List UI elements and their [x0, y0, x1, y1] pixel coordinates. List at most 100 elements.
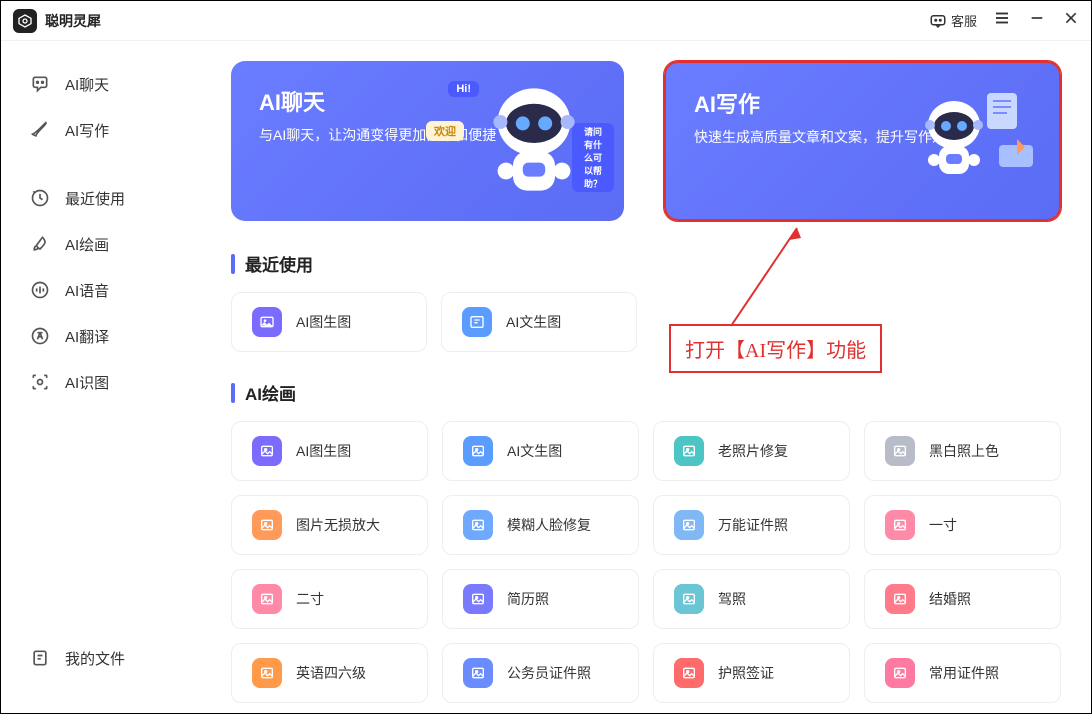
sidebar-item-label: AI识图 — [65, 372, 109, 393]
tile-icon — [674, 658, 704, 688]
customer-service-label: 客服 — [951, 11, 977, 30]
sidebar-item-label: AI翻译 — [65, 326, 109, 347]
tile-paint-8[interactable]: 二寸 — [231, 569, 428, 629]
tile-label: 常用证件照 — [929, 663, 999, 683]
section-bar-icon — [231, 383, 235, 403]
speech-bubble-welcome: 欢迎 — [426, 121, 464, 141]
annotation-arrow-icon — [721, 222, 811, 332]
annotation-text: 打开【AI写作】功能 — [685, 340, 866, 362]
image-icon — [252, 307, 282, 337]
tile-label: 万能证件照 — [718, 515, 788, 535]
tile-paint-7[interactable]: 一寸 — [864, 495, 1061, 555]
sidebar-item-recent[interactable]: 最近使用 — [19, 175, 193, 221]
clock-icon — [29, 187, 51, 209]
tile-label: AI文生图 — [506, 312, 561, 332]
tile-label: AI图生图 — [296, 312, 351, 332]
tile-paint-11[interactable]: 结婚照 — [864, 569, 1061, 629]
tile-paint-4[interactable]: 图片无损放大 — [231, 495, 428, 555]
section-title: 最近使用 — [245, 251, 313, 276]
hero-row: AI聊天 与AI聊天，让沟通变得更加简单和便捷 Hi! 欢迎 请问有什么可以帮助… — [231, 61, 1061, 221]
tile-label: 驾照 — [718, 589, 746, 609]
tile-label: 模糊人脸修复 — [507, 515, 591, 535]
recent-tile-grid: AI图生图 AI文生图 — [231, 292, 1061, 352]
tile-ai-img2img[interactable]: AI图生图 — [231, 292, 427, 352]
app-logo-icon — [13, 9, 37, 33]
brush-icon — [29, 233, 51, 255]
sidebar-item-ai-write[interactable]: AI写作 — [19, 107, 193, 153]
sidebar-item-ai-translate[interactable]: AI翻译 — [19, 313, 193, 359]
tile-label: 黑白照上色 — [929, 441, 999, 461]
voice-icon — [29, 279, 51, 301]
window-controls — [993, 9, 1079, 32]
tile-icon — [463, 510, 493, 540]
tile-icon — [252, 658, 282, 688]
chat-bubble-icon — [929, 12, 947, 30]
tile-icon — [463, 436, 493, 466]
tile-icon — [885, 584, 915, 614]
sidebar-item-ai-paint[interactable]: AI绘画 — [19, 221, 193, 267]
tile-icon — [885, 658, 915, 688]
sidebar-item-ai-chat[interactable]: AI聊天 — [19, 61, 193, 107]
tile-icon — [885, 510, 915, 540]
tile-paint-6[interactable]: 万能证件照 — [653, 495, 850, 555]
hero-card-ai-write[interactable]: AI写作 快速生成高质量文章和文案，提升写作效率 — [664, 61, 1061, 221]
customer-service-button[interactable]: 客服 — [929, 11, 977, 30]
paint-tile-grid: AI图生图 AI文生图 老照片修复 黑白照上色图片无损放大 模糊人脸修复 万能证件照 一寸二… — [231, 421, 1061, 703]
sidebar-item-label: AI绘画 — [65, 234, 109, 255]
sidebar-item-ai-scan[interactable]: AI识图 — [19, 359, 193, 405]
tile-icon — [674, 510, 704, 540]
sidebar: AI聊天 AI写作 最近使用 AI绘画 AI语音 AI翻译 — [1, 41, 211, 713]
app-title: 聪明灵犀 — [45, 11, 101, 31]
tile-label: 老照片修复 — [718, 441, 788, 461]
titlebar: 聪明灵犀 客服 — [1, 1, 1091, 41]
section-header-recent: 最近使用 — [231, 251, 1061, 276]
tile-icon — [885, 436, 915, 466]
tile-paint-10[interactable]: 驾照 — [653, 569, 850, 629]
minimize-button[interactable] — [1029, 10, 1045, 31]
tile-paint-13[interactable]: 公务员证件照 — [442, 643, 639, 703]
sidebar-item-label: 最近使用 — [65, 188, 125, 209]
tile-icon — [252, 584, 282, 614]
sidebar-item-label: 我的文件 — [65, 648, 125, 669]
sidebar-item-label: AI聊天 — [65, 74, 109, 95]
scan-icon — [29, 371, 51, 393]
hero-card-ai-chat[interactable]: AI聊天 与AI聊天，让沟通变得更加简单和便捷 Hi! 欢迎 请问有什么可以帮助… — [231, 61, 624, 221]
tile-label: 简历照 — [507, 589, 549, 609]
tile-paint-1[interactable]: AI文生图 — [442, 421, 639, 481]
titlebar-right: 客服 — [929, 9, 1079, 32]
menu-button[interactable] — [993, 9, 1011, 32]
sidebar-item-label: AI写作 — [65, 120, 109, 141]
robot-illustration-icon — [464, 73, 604, 213]
text-image-icon — [462, 307, 492, 337]
section-header-paint: AI绘画 — [231, 380, 1061, 405]
tile-paint-3[interactable]: 黑白照上色 — [864, 421, 1061, 481]
tile-icon — [674, 584, 704, 614]
tile-label: 二寸 — [296, 589, 324, 609]
tile-label: AI文生图 — [507, 441, 562, 461]
tile-icon — [463, 584, 493, 614]
sidebar-item-my-files[interactable]: 我的文件 — [19, 635, 193, 681]
close-button[interactable] — [1063, 10, 1079, 31]
tile-paint-5[interactable]: 模糊人脸修复 — [442, 495, 639, 555]
tile-paint-15[interactable]: 常用证件照 — [864, 643, 1061, 703]
titlebar-left: 聪明灵犀 — [13, 9, 101, 33]
robot-writing-illustration-icon — [899, 75, 1039, 215]
translate-icon — [29, 325, 51, 347]
tile-paint-14[interactable]: 护照签证 — [653, 643, 850, 703]
tile-paint-2[interactable]: 老照片修复 — [653, 421, 850, 481]
sidebar-item-label: AI语音 — [65, 280, 109, 301]
tile-paint-9[interactable]: 简历照 — [442, 569, 639, 629]
tile-icon — [252, 436, 282, 466]
tile-paint-0[interactable]: AI图生图 — [231, 421, 428, 481]
tile-ai-txt2img[interactable]: AI文生图 — [441, 292, 637, 352]
pen-icon — [29, 119, 51, 141]
tile-icon — [674, 436, 704, 466]
main-layout: AI聊天 AI写作 最近使用 AI绘画 AI语音 AI翻译 — [1, 41, 1091, 713]
tile-label: 一寸 — [929, 515, 957, 535]
sidebar-item-ai-voice[interactable]: AI语音 — [19, 267, 193, 313]
tile-label: 图片无损放大 — [296, 515, 380, 535]
tile-label: 英语四六级 — [296, 663, 366, 683]
file-icon — [29, 647, 51, 669]
tile-paint-12[interactable]: 英语四六级 — [231, 643, 428, 703]
content-area: AI聊天 与AI聊天，让沟通变得更加简单和便捷 Hi! 欢迎 请问有什么可以帮助… — [211, 41, 1091, 713]
